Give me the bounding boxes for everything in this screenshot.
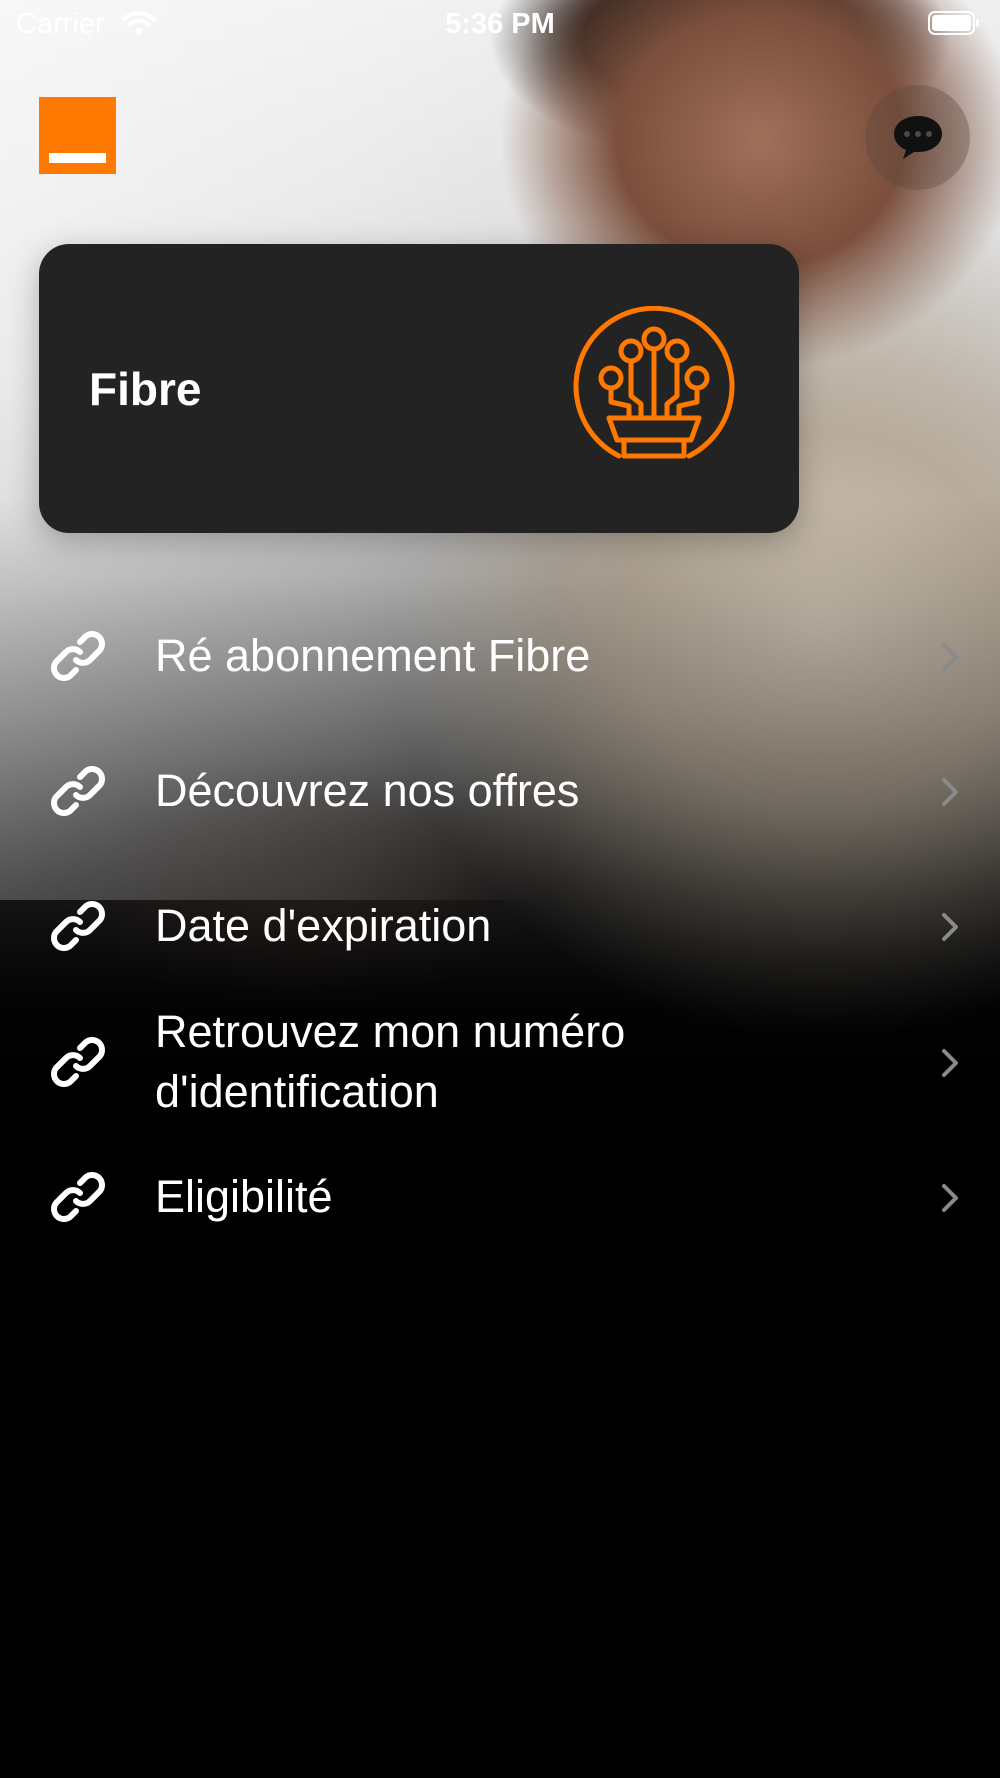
link-icon (50, 763, 106, 824)
menu-item-label: Retrouvez mon numéro d'identification (155, 1006, 626, 1117)
link-icon (50, 898, 106, 959)
chevron-right-icon (940, 912, 960, 947)
chevron-right-icon (940, 642, 960, 677)
chat-button[interactable] (865, 85, 970, 190)
menu-item-identification[interactable]: Retrouvez mon numéro d'identification (0, 1002, 1000, 1122)
menu-item-label: Eligibilité (155, 1171, 333, 1222)
chevron-right-icon (940, 1048, 960, 1083)
menu-item-eligibilite[interactable]: Eligibilité (0, 1167, 1000, 1227)
link-icon (50, 1034, 106, 1095)
battery-icon (928, 10, 980, 35)
fiber-optic-icon (569, 305, 739, 477)
menu-item-label: Découvrez nos offres (155, 765, 580, 816)
link-icon (50, 628, 106, 689)
screen: Carrier 5:36 PM Fibre Ré abonnement Fibr… (0, 0, 1000, 1778)
logo-bar (49, 153, 106, 163)
menu-item-label: Date d'expiration (155, 900, 492, 951)
chevron-right-icon (940, 1183, 960, 1218)
status-bar: Carrier 5:36 PM (0, 0, 1000, 50)
menu-item-offres[interactable]: Découvrez nos offres (0, 761, 1000, 821)
chevron-right-icon (940, 777, 960, 812)
fibre-card[interactable]: Fibre (39, 244, 799, 533)
status-time: 5:36 PM (445, 8, 555, 40)
link-icon (50, 1169, 106, 1230)
menu-item-reabonnement[interactable]: Ré abonnement Fibre (0, 626, 1000, 686)
chat-bubble-icon (891, 113, 945, 166)
menu-item-label: Ré abonnement Fibre (155, 630, 591, 681)
card-title: Fibre (89, 363, 202, 415)
orange-logo (39, 97, 116, 174)
menu-item-expiration[interactable]: Date d'expiration (0, 896, 1000, 956)
